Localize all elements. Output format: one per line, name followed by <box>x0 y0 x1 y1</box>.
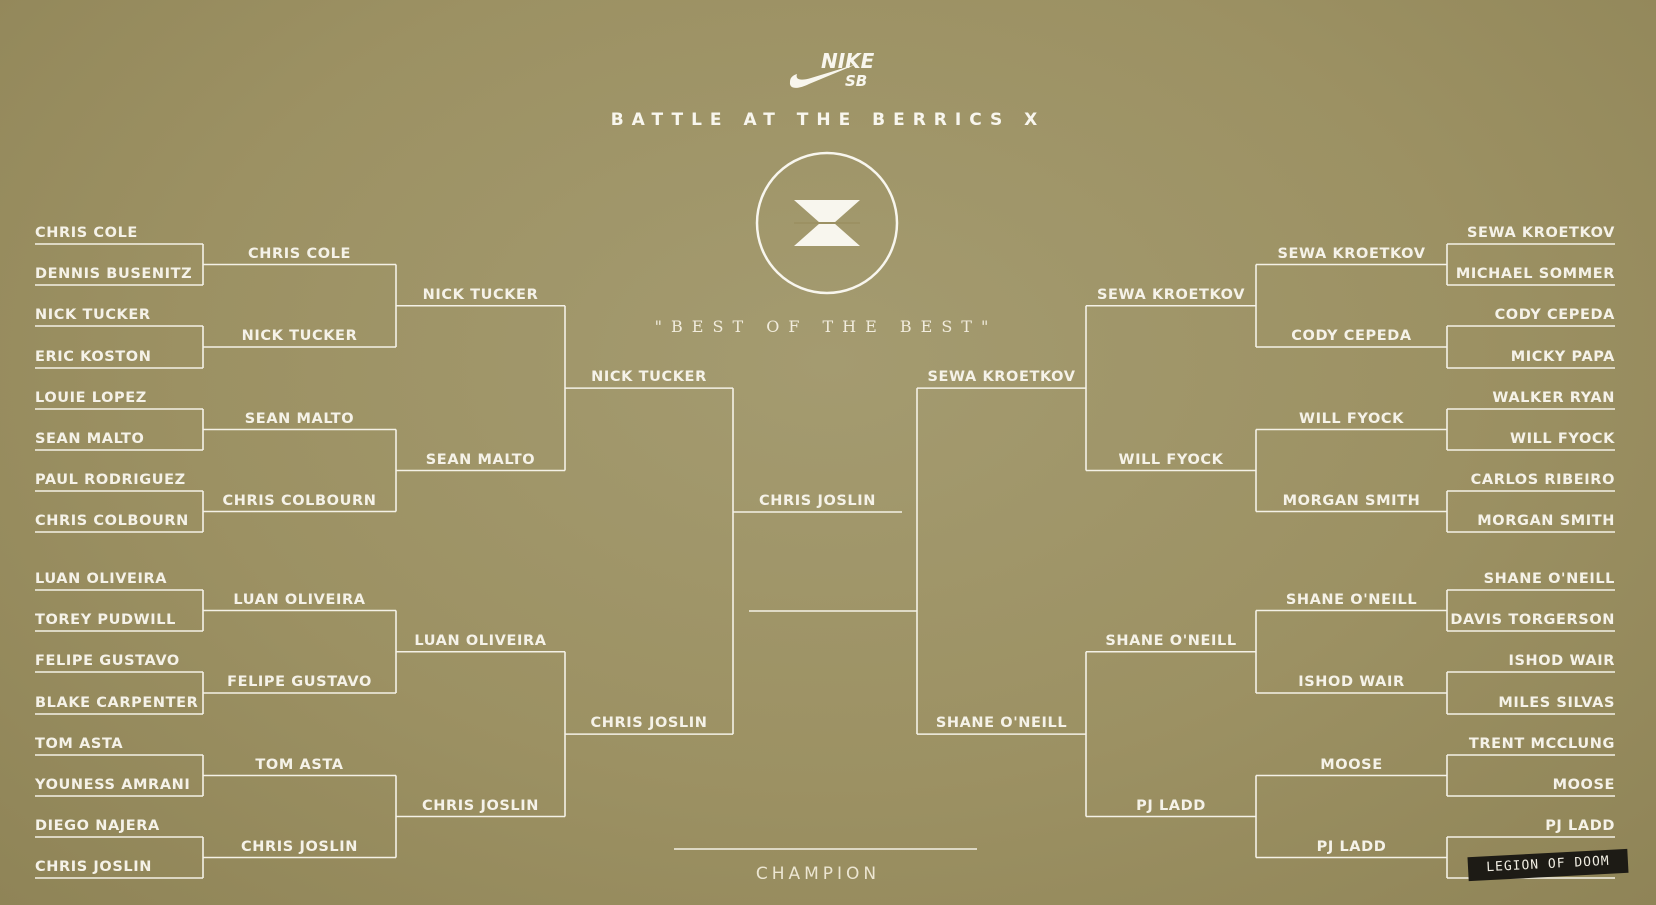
nike-sb-logo: NIKE SB <box>789 49 875 90</box>
left-round2-winner: LUAN OLIVEIRA <box>233 591 366 608</box>
left-r1-entrant: BLAKE CARPENTER <box>35 695 199 711</box>
right-r1-entrant: MORGAN SMITH <box>1477 513 1615 529</box>
left-r1-entrant: PAUL RODRIGUEZ <box>35 472 186 488</box>
left-round4-winner: CHRIS JOSLIN <box>590 715 708 732</box>
right-r1-entrant: DAVIS TORGERSON <box>1450 612 1615 628</box>
right-r1-entrant: PJ LADD <box>1545 818 1615 834</box>
right-round4-winner: SEWA KROETKOV <box>927 369 1076 386</box>
left-r1-entrant: TOREY PUDWILL <box>35 612 176 628</box>
right-round2-winner: MORGAN SMITH <box>1282 492 1421 509</box>
right-r1-entrant: WILL FYOCK <box>1509 431 1615 447</box>
svg-text:NIKE: NIKE <box>821 49 875 73</box>
right-round2-winner: SHANE O'NEILL <box>1285 591 1418 608</box>
left-round2-winner: SEAN MALTO <box>244 410 355 427</box>
right-round3-winner: SEWA KROETKOV <box>1096 286 1246 303</box>
left-r1-entrant: TOM ASTA <box>35 736 124 752</box>
left-round2-winner: NICK TUCKER <box>241 328 358 344</box>
right-round2-winner: PJ LADD <box>1316 838 1387 855</box>
right-round4-winner: SHANE O'NEILL <box>935 715 1068 732</box>
left-r1-entrant: LOUIE LOPEZ <box>35 390 147 406</box>
left-r1-entrant: NICK TUCKER <box>35 307 151 323</box>
left-r1-entrant: LUAN OLIVEIRA <box>35 571 168 587</box>
left-r1-entrant: CHRIS COLBOURN <box>35 513 189 529</box>
left-round2-winner: FELIPE GUSTAVO <box>227 674 372 690</box>
left-finalist: CHRIS JOSLIN <box>759 493 876 509</box>
champion-label: CHAMPION <box>755 864 881 884</box>
left-r1-entrant: DIEGO NAJERA <box>35 818 160 834</box>
right-r1-entrant: SHANE O'NEILL <box>1483 571 1615 587</box>
left-r1-entrant: ERIC KOSTON <box>35 349 152 365</box>
right-round3-winner: PJ LADD <box>1136 797 1206 814</box>
left-round2-winner: CHRIS COLE <box>248 245 351 262</box>
right-r1-entrant: SEWA KROETKOV <box>1466 225 1615 241</box>
left-r1-entrant: SEAN MALTO <box>35 431 145 447</box>
tagline: "BEST OF THE BEST" <box>654 317 998 336</box>
left-round2-winner: TOM ASTA <box>255 756 344 773</box>
left-round3-winner: NICK TUCKER <box>422 286 539 303</box>
left-r1-entrant: DENNIS BUSENITZ <box>35 266 193 282</box>
right-r1-entrant: MICKY PAPA <box>1510 349 1615 365</box>
left-round3-winner: CHRIS JOSLIN <box>422 797 539 814</box>
left-round3-winner: LUAN OLIVEIRA <box>414 632 547 649</box>
bracket-lines <box>35 243 1615 879</box>
right-round3-winner: WILL FYOCK <box>1118 451 1224 468</box>
right-r1-entrant: CODY CEPEDA <box>1494 307 1615 323</box>
left-r1-entrant: CHRIS JOSLIN <box>35 859 152 875</box>
left-round4-winner: NICK TUCKER <box>591 369 707 386</box>
right-r1-entrant: WALKER RYAN <box>1492 390 1615 406</box>
right-round2-winner: SEWA KROETKOV <box>1277 245 1426 262</box>
right-r1-entrant: MILES SILVAS <box>1498 695 1615 711</box>
right-r1-entrant: CARLOS RIBEIRO <box>1470 472 1615 488</box>
left-round2-winner: CHRIS JOSLIN <box>241 838 358 855</box>
right-r1-entrant: TRENT McCLUNG <box>1468 736 1615 752</box>
x-emblem <box>755 151 899 295</box>
event-title: BATTLE AT THE BERRICS X <box>610 110 1046 130</box>
right-round3-winner: SHANE O'NEILL <box>1105 632 1237 649</box>
left-round3-winner: SEAN MALTO <box>425 451 536 468</box>
left-r1-entrant: FELIPE GUSTAVO <box>35 653 180 669</box>
right-r1-entrant: ISHOD WAIR <box>1508 653 1615 669</box>
right-round2-winner: CODY CEPEDA <box>1291 328 1412 344</box>
left-round2-winner: CHRIS COLBOURN <box>222 492 377 509</box>
left-r1-entrant: CHRIS COLE <box>35 225 138 241</box>
right-round2-winner: WILL FYOCK <box>1298 410 1405 427</box>
right-r1-entrant: MICHAEL SOMMER <box>1455 266 1615 282</box>
right-round2-winner: MOOSE <box>1320 756 1383 773</box>
right-round2-winner: ISHOD WAIR <box>1298 674 1405 690</box>
svg-text:SB: SB <box>845 72 867 90</box>
left-r1-entrant: YOUNESS AMRANI <box>35 777 191 793</box>
right-r1-entrant: MOOSE <box>1552 777 1615 793</box>
